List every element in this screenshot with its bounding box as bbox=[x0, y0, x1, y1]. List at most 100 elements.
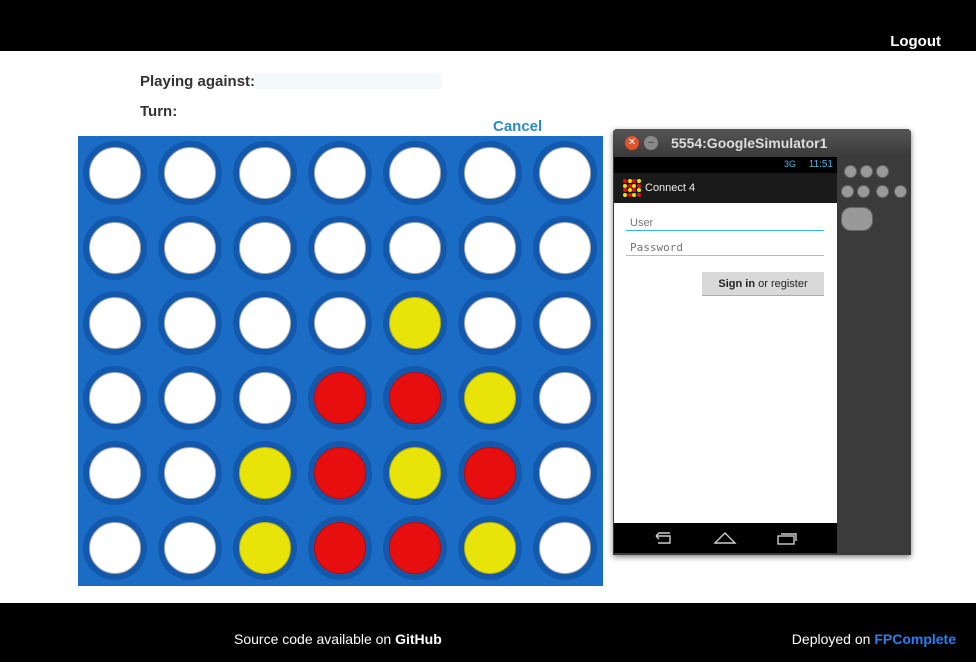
board-slot bbox=[308, 141, 372, 205]
source-note: Source code available on GitHub bbox=[234, 631, 442, 647]
board-slot bbox=[458, 516, 522, 580]
volume-up-icon[interactable] bbox=[860, 165, 873, 178]
board-slot bbox=[83, 366, 147, 430]
board-slot bbox=[233, 516, 297, 580]
back-key-icon[interactable] bbox=[876, 185, 889, 198]
github-link[interactable]: GitHub bbox=[395, 631, 442, 647]
board-slot bbox=[233, 216, 297, 280]
empty-cell[interactable] bbox=[539, 372, 591, 424]
volume-down-icon[interactable] bbox=[844, 165, 857, 178]
empty-cell[interactable] bbox=[89, 297, 141, 349]
deployed-prefix: Deployed on bbox=[791, 631, 875, 647]
yellow-disc[interactable] bbox=[464, 372, 516, 424]
app-icon-dot bbox=[627, 183, 632, 188]
empty-cell[interactable] bbox=[89, 147, 141, 199]
logout-link[interactable]: Logout bbox=[890, 33, 941, 50]
home-icon[interactable] bbox=[712, 529, 738, 547]
board-slot bbox=[458, 291, 522, 355]
empty-cell[interactable] bbox=[164, 297, 216, 349]
yellow-disc[interactable] bbox=[389, 447, 441, 499]
sign-in-button[interactable]: Sign in or register bbox=[702, 272, 824, 296]
back-icon[interactable] bbox=[650, 529, 676, 547]
board-slot bbox=[533, 141, 597, 205]
empty-cell[interactable] bbox=[89, 447, 141, 499]
password-input[interactable] bbox=[626, 240, 824, 256]
empty-cell[interactable] bbox=[464, 297, 516, 349]
app-icon-dot bbox=[627, 192, 632, 197]
nav-bar bbox=[614, 523, 837, 553]
user-input[interactable] bbox=[626, 215, 824, 231]
empty-cell[interactable] bbox=[239, 372, 291, 424]
dpad-control[interactable] bbox=[841, 207, 873, 231]
opponent-name bbox=[254, 73, 442, 89]
empty-cell[interactable] bbox=[89, 222, 141, 274]
board-slot bbox=[83, 516, 147, 580]
app-title: Connect 4 bbox=[645, 182, 696, 194]
board-slot bbox=[308, 516, 372, 580]
empty-cell[interactable] bbox=[464, 222, 516, 274]
board-slot bbox=[83, 141, 147, 205]
home-key-icon[interactable] bbox=[841, 185, 854, 198]
board-slot bbox=[83, 441, 147, 505]
empty-cell[interactable] bbox=[89, 372, 141, 424]
empty-cell[interactable] bbox=[239, 297, 291, 349]
red-disc[interactable] bbox=[389, 372, 441, 424]
app-icon-dot bbox=[632, 179, 636, 183]
empty-cell[interactable] bbox=[539, 147, 591, 199]
empty-cell[interactable] bbox=[539, 297, 591, 349]
close-icon[interactable]: ✕ bbox=[625, 136, 639, 150]
emulator-titlebar: ✕ – 5554:GoogleSimulator1 bbox=[613, 129, 911, 157]
board-slot bbox=[458, 441, 522, 505]
board-slot bbox=[83, 291, 147, 355]
board-slot bbox=[158, 141, 222, 205]
empty-cell[interactable] bbox=[164, 147, 216, 199]
red-disc[interactable] bbox=[464, 447, 516, 499]
empty-cell[interactable] bbox=[389, 222, 441, 274]
empty-cell[interactable] bbox=[539, 447, 591, 499]
empty-cell[interactable] bbox=[164, 222, 216, 274]
emulator-window: ✕ – 5554:GoogleSimulator1 3G 11:51 Conne… bbox=[613, 129, 911, 555]
board-slot bbox=[308, 216, 372, 280]
empty-cell[interactable] bbox=[389, 147, 441, 199]
yellow-disc[interactable] bbox=[464, 522, 516, 574]
footer: Source code available on GitHub Deployed… bbox=[0, 603, 976, 662]
cancel-link[interactable]: Cancel bbox=[493, 118, 542, 135]
red-disc[interactable] bbox=[389, 522, 441, 574]
empty-cell[interactable] bbox=[464, 147, 516, 199]
empty-cell[interactable] bbox=[539, 222, 591, 274]
recent-apps-icon[interactable] bbox=[774, 529, 800, 547]
top-bar: Logout bbox=[0, 0, 976, 51]
empty-cell[interactable] bbox=[314, 297, 366, 349]
empty-cell[interactable] bbox=[164, 447, 216, 499]
yellow-disc[interactable] bbox=[389, 297, 441, 349]
empty-cell[interactable] bbox=[314, 222, 366, 274]
emulator-title: 5554:GoogleSimulator1 bbox=[671, 135, 828, 151]
empty-cell[interactable] bbox=[539, 522, 591, 574]
red-disc[interactable] bbox=[314, 522, 366, 574]
red-disc[interactable] bbox=[314, 372, 366, 424]
app-icon-dot bbox=[623, 179, 627, 183]
search-key-icon[interactable] bbox=[894, 185, 907, 198]
app-icon-dot bbox=[632, 183, 636, 188]
yellow-disc[interactable] bbox=[239, 522, 291, 574]
game-board[interactable] bbox=[78, 136, 603, 586]
register-label: or register bbox=[755, 277, 808, 290]
empty-cell[interactable] bbox=[164, 372, 216, 424]
board-slot bbox=[383, 141, 447, 205]
minimize-icon[interactable]: – bbox=[644, 136, 658, 150]
emulator-controls bbox=[838, 157, 910, 553]
empty-cell[interactable] bbox=[239, 222, 291, 274]
empty-cell[interactable] bbox=[239, 147, 291, 199]
red-disc[interactable] bbox=[314, 447, 366, 499]
empty-cell[interactable] bbox=[314, 147, 366, 199]
power-icon[interactable] bbox=[876, 165, 889, 178]
action-bar: Connect 4 bbox=[614, 173, 837, 203]
board-slot bbox=[158, 516, 222, 580]
fpcomplete-link[interactable]: FPComplete bbox=[874, 631, 956, 647]
playing-against-label: Playing against: bbox=[140, 73, 256, 90]
board-slot bbox=[533, 216, 597, 280]
empty-cell[interactable] bbox=[89, 522, 141, 574]
empty-cell[interactable] bbox=[164, 522, 216, 574]
menu-key-icon[interactable] bbox=[857, 185, 870, 198]
yellow-disc[interactable] bbox=[239, 447, 291, 499]
